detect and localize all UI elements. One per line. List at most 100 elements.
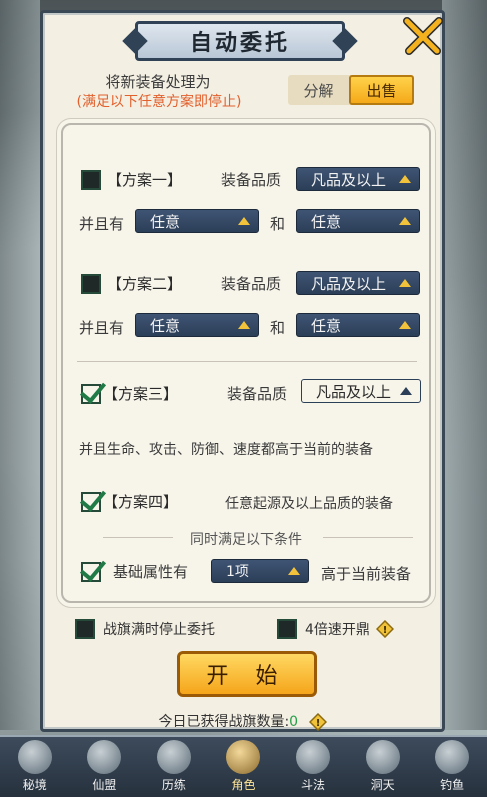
plan-1-label: 【方案一】	[107, 171, 183, 189]
plan-3-description: 并且生命、攻击、防御、速度都高于当前的装备	[79, 442, 373, 458]
start-button[interactable]: 开 始	[177, 651, 317, 697]
plan-1-joiner-text: 和	[270, 215, 286, 233]
base-attr-row: 基础属性有	[81, 561, 188, 582]
triangle-up-icon	[399, 175, 411, 183]
nav-training[interactable]: 历练	[145, 739, 203, 797]
plan-1-attr2-value: 任意	[311, 212, 342, 231]
close-button[interactable]	[399, 13, 447, 61]
plan-2-attr1-dropdown[interactable]: 任意	[135, 313, 259, 337]
stop-on-full-checkbox[interactable]	[75, 619, 95, 639]
character-icon	[226, 740, 261, 774]
nav-label: 斗法	[301, 778, 326, 792]
triangle-up-icon	[238, 321, 250, 329]
plan-2-quality-row: 装备品质	[221, 273, 281, 294]
plan-1-row: 【方案一】	[81, 169, 182, 190]
sell-option[interactable]: 出售	[349, 75, 414, 105]
svg-text:!: !	[383, 625, 388, 636]
training-icon	[156, 740, 191, 774]
svg-text:!: !	[315, 718, 320, 729]
secret-realm-icon	[17, 740, 52, 774]
decompose-option[interactable]: 分解	[288, 75, 349, 105]
cave-icon	[365, 740, 400, 774]
plan-2-checkbox[interactable]	[81, 273, 101, 294]
speed4x-label: 4倍速开鼎	[305, 622, 370, 638]
plan-3-row: 【方案三】	[81, 383, 178, 404]
base-attr-checkbox[interactable]	[81, 561, 101, 582]
speed4x-checkbox[interactable]	[277, 619, 297, 639]
plans-panel: 【方案一】 装备品质 凡品及以上 并且有 任意 和 任意 【方案二】 装备品质 …	[61, 123, 431, 603]
process-label: 将新装备处理为	[105, 73, 211, 91]
plan-2-attr2-value: 任意	[311, 316, 342, 335]
dialog-title: 自动委托	[189, 30, 290, 56]
plan-4-checkbox[interactable]	[81, 491, 101, 512]
background-left-panel	[0, 0, 40, 730]
warning-diamond-icon[interactable]: !	[375, 620, 394, 638]
triangle-up-icon	[399, 279, 411, 287]
plan-1-and-label: 并且有	[79, 215, 125, 233]
base-attr-count-value: 1项	[226, 564, 249, 580]
plan-3-label: 【方案三】	[103, 385, 179, 403]
daily-flags-label: 今日已获得战旗数量:	[158, 714, 290, 730]
base-attr-suffix: 高于当前装备	[321, 565, 412, 583]
nav-label: 历练	[161, 778, 186, 792]
plan-4-label: 【方案四】	[103, 493, 179, 511]
plan-2-label: 【方案二】	[107, 275, 183, 293]
plan-3-quality-label: 装备品质	[227, 385, 288, 403]
background-right-panel	[442, 0, 487, 730]
stop-on-full-label: 战旗满时停止委托	[103, 622, 215, 638]
plan-2-joiner-text: 和	[270, 319, 286, 337]
daily-flags-count: 0	[289, 714, 299, 730]
plan-2-and-label: 并且有	[79, 319, 125, 337]
plan-1-joiner: 和	[270, 213, 285, 234]
plan-1-quality-dropdown[interactable]: 凡品及以上	[296, 167, 420, 191]
plan-3-quality-value: 凡品及以上	[316, 382, 392, 401]
base-attr-label: 基础属性有	[113, 563, 189, 581]
nav-alliance[interactable]: 仙盟	[75, 739, 133, 797]
daily-flags: 今日已获得战旗数量:0 !	[43, 711, 442, 731]
nav-label: 钓鱼	[440, 778, 465, 792]
plan-1-quality-row: 装备品质	[221, 169, 281, 190]
base-attr-count-dropdown[interactable]: 1项	[211, 559, 309, 583]
process-mode-toggle: 分解 出售	[288, 75, 414, 105]
plan-3-quality-row: 装备品质	[227, 383, 287, 404]
nav-label: 角色	[231, 778, 256, 792]
duel-icon	[296, 740, 331, 774]
plan-2-attr2-dropdown[interactable]: 任意	[296, 313, 420, 337]
plan-2-row: 【方案二】	[81, 273, 182, 294]
plan-1-attr2-dropdown[interactable]: 任意	[296, 209, 420, 233]
warning-diamond-icon[interactable]: !	[308, 713, 327, 731]
stop-on-full-option: 战旗满时停止委托	[75, 619, 215, 639]
process-sublabel: (满足以下任意方案即停止)	[76, 94, 242, 110]
nav-label: 秘境	[22, 778, 47, 792]
plan-1-attr1-dropdown[interactable]: 任意	[135, 209, 259, 233]
conditions-title: 同时满足以下条件	[190, 532, 302, 548]
nav-duel[interactable]: 斗法	[284, 739, 342, 797]
nav-fishing[interactable]: 钓鱼	[423, 739, 481, 797]
nav-secret-realm[interactable]: 秘境	[6, 739, 64, 797]
plan-1-checkbox[interactable]	[81, 169, 101, 190]
plan-3-quality-dropdown[interactable]: 凡品及以上	[301, 379, 421, 403]
nav-label: 仙盟	[92, 778, 117, 792]
plan-2-and-row: 并且有	[79, 317, 124, 338]
alliance-icon	[87, 740, 122, 774]
nav-cave[interactable]: 洞天	[354, 739, 412, 797]
plan-1-attr1-value: 任意	[150, 212, 181, 231]
plan-2-quality-dropdown[interactable]: 凡品及以上	[296, 271, 420, 295]
plan-2-quality-value: 凡品及以上	[311, 274, 387, 293]
plan-1-quality-label: 装备品质	[221, 171, 282, 189]
plan-1-quality-value: 凡品及以上	[311, 170, 387, 189]
nav-label: 洞天	[370, 778, 395, 792]
triangle-up-icon	[238, 217, 250, 225]
crossed-swords-icon	[403, 17, 443, 55]
fishing-icon	[435, 740, 470, 774]
plan-4-row: 【方案四】	[81, 491, 178, 512]
nav-character[interactable]: 角色	[214, 739, 272, 797]
plan-2-quality-label: 装备品质	[221, 275, 282, 293]
triangle-up-icon	[399, 321, 411, 329]
plans-divider	[77, 361, 417, 362]
bottom-navbar: 秘境 仙盟 历练 角色 斗法 洞天 钓鱼	[0, 735, 487, 797]
plan-2-attr1-value: 任意	[150, 316, 181, 335]
auto-commission-dialog: 自动委托 将新装备处理为 (满足以下任意方案即停止) 分解 出售 【方案一】 装…	[40, 10, 445, 732]
plan-3-checkbox[interactable]	[81, 383, 101, 404]
triangle-up-icon	[399, 217, 411, 225]
